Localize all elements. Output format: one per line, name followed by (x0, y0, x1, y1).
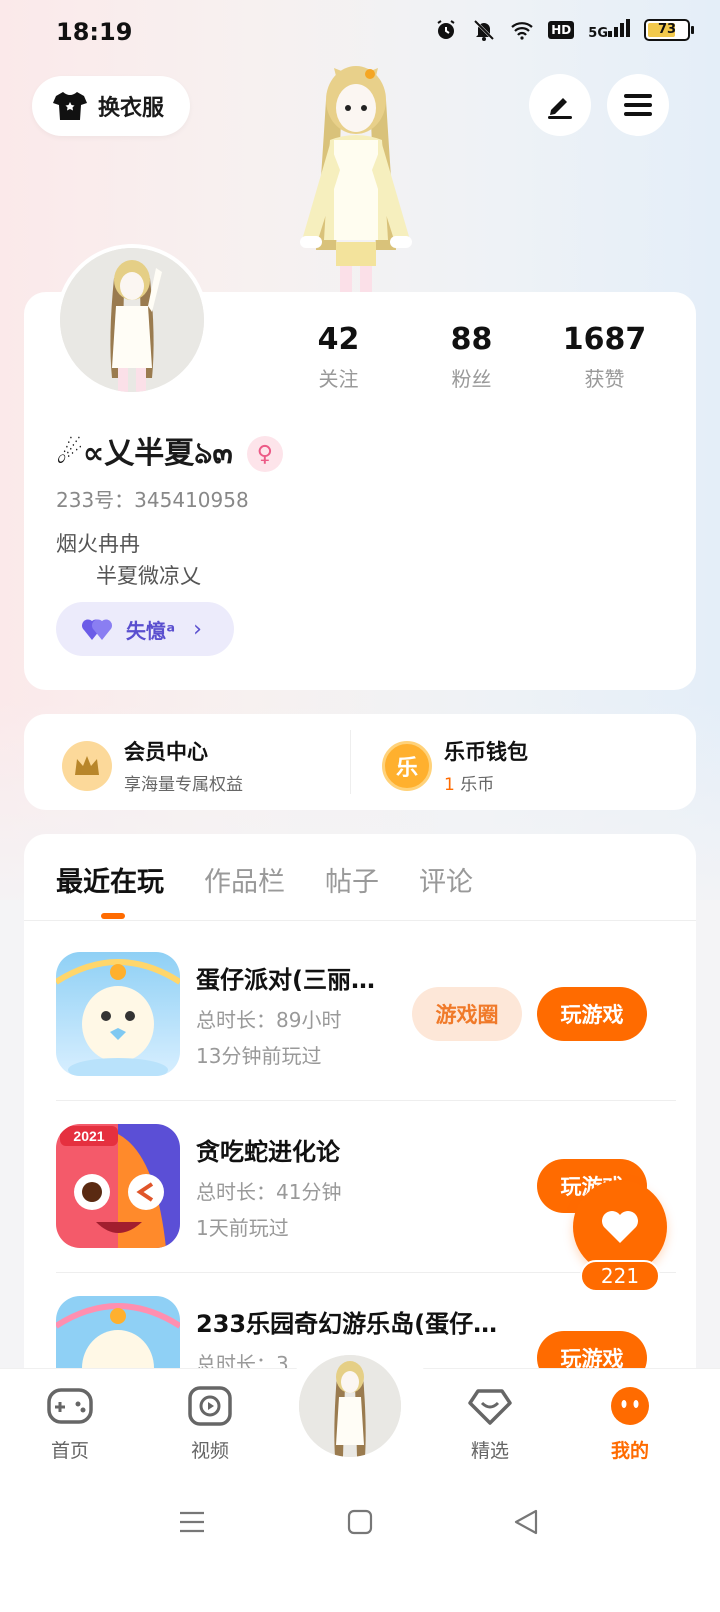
wallet-title: 乐币钱包 (444, 740, 528, 764)
coin-icon: 乐 (382, 740, 432, 791)
heart-diamond-icon (468, 1389, 512, 1425)
game-thumbnail: 2021 (56, 1124, 180, 1248)
bio-line-1: 烟火冉冉 (56, 532, 140, 556)
game-name: 蛋仔派对(三丽… (196, 966, 375, 994)
like-count: 221 (580, 1260, 660, 1292)
tab-indicator (101, 913, 125, 919)
stat-fans[interactable]: 88 粉丝 (405, 322, 538, 392)
stat-following[interactable]: 42 关注 (272, 322, 405, 392)
nickname-row: ☄︎∝乂半夏ঌ๓ ♀ (56, 428, 283, 480)
tabs-divider (24, 920, 696, 921)
back-icon[interactable] (512, 1508, 540, 1536)
home-icon[interactable] (346, 1508, 374, 1536)
status-time: 18:19 (56, 18, 133, 46)
nav-avatar-button[interactable] (296, 1352, 404, 1460)
system-nav-bar (0, 1488, 720, 1612)
nav-mine[interactable]: 我的 (585, 1386, 675, 1463)
game-name: 233乐园奇幻游乐岛(蛋仔… (196, 1310, 498, 1338)
game-last-played: 1天前玩过 (196, 1216, 289, 1240)
chevron-right-icon: › (193, 616, 202, 642)
row-divider (56, 1100, 676, 1101)
heart-icon (602, 1211, 638, 1243)
game-row[interactable]: 蛋仔派对(三丽… 总时长：89小时 13分钟前玩过 游戏圈 玩游戏 (56, 952, 696, 1078)
edit-button[interactable] (529, 74, 591, 136)
crown-icon (62, 740, 112, 791)
hamburger-icon (624, 94, 652, 116)
content-tabs: 最近在玩 作品栏 帖子 评论 (56, 860, 473, 899)
signal-icon: 5G (588, 19, 630, 41)
play-game-button[interactable]: 玩游戏 (537, 987, 647, 1041)
nav-home[interactable]: 首页 (25, 1386, 115, 1463)
hd-icon: HD (548, 21, 575, 39)
vip-subtitle: 享海量专属权益 (124, 775, 243, 795)
profile-avatar[interactable] (56, 244, 208, 396)
shirt-icon (53, 92, 87, 120)
member-divider (350, 730, 351, 794)
mine-face-icon (611, 1387, 649, 1425)
mute-bell-icon (474, 19, 495, 41)
outfit-button[interactable]: 换衣服 (32, 76, 190, 136)
nav-featured[interactable]: 精选 (445, 1386, 535, 1463)
wallet-balance: 1 乐币 (444, 775, 495, 795)
game-duration: 总时长：41分钟 (196, 1180, 342, 1204)
game-last-played: 13分钟前玩过 (196, 1044, 322, 1068)
vip-title: 会员中心 (124, 740, 208, 764)
user-id[interactable]: 233号：345410958 (56, 484, 249, 513)
game-circle-button[interactable]: 游戏圈 (412, 987, 522, 1041)
menu-button[interactable] (607, 74, 669, 136)
play-icon (188, 1386, 232, 1426)
tab-recent[interactable]: 最近在玩 (56, 860, 164, 899)
female-icon: ♀ (246, 436, 283, 472)
game-badge: 2021 (73, 1128, 104, 1144)
vip-center-button[interactable]: 会员中心 享海量专属权益 (62, 736, 243, 795)
wallet-button[interactable]: 乐 乐币钱包 1 乐币 (382, 736, 528, 795)
game-duration: 总时长：89小时 (196, 1008, 342, 1032)
pen-icon (548, 98, 572, 119)
wifi-icon (511, 22, 533, 40)
status-icons: HD 5G 73 (434, 18, 694, 42)
battery-icon: 73 (644, 19, 694, 41)
game-thumbnail (56, 952, 180, 1076)
tab-comments[interactable]: 评论 (419, 860, 473, 899)
cp-tag-label: 失憶ᵃ (126, 618, 176, 643)
recent-apps-icon[interactable] (178, 1508, 206, 1536)
bio-line-2: 半夏微凉乂 (96, 564, 201, 588)
tab-posts[interactable]: 帖子 (325, 860, 379, 899)
cp-tag-button[interactable]: 失憶ᵃ › (56, 602, 234, 656)
outfit-label: 换衣服 (98, 96, 165, 121)
avatar-figure[interactable] (286, 60, 426, 292)
stat-likes[interactable]: 1687 获赞 (538, 322, 671, 392)
double-heart-icon (82, 619, 113, 640)
nickname: ☄︎∝乂半夏ঌ๓ (56, 436, 233, 471)
game-name: 贪吃蛇进化论 (196, 1138, 340, 1166)
gamepad-icon (47, 1388, 93, 1424)
nav-video[interactable]: 视频 (165, 1386, 255, 1463)
tab-works[interactable]: 作品栏 (204, 860, 285, 899)
alarm-icon (437, 20, 455, 39)
status-bar: 18:19 HD 5G 73 (0, 0, 720, 66)
profile-stats: 42 关注 88 粉丝 1687 获赞 (272, 322, 682, 392)
